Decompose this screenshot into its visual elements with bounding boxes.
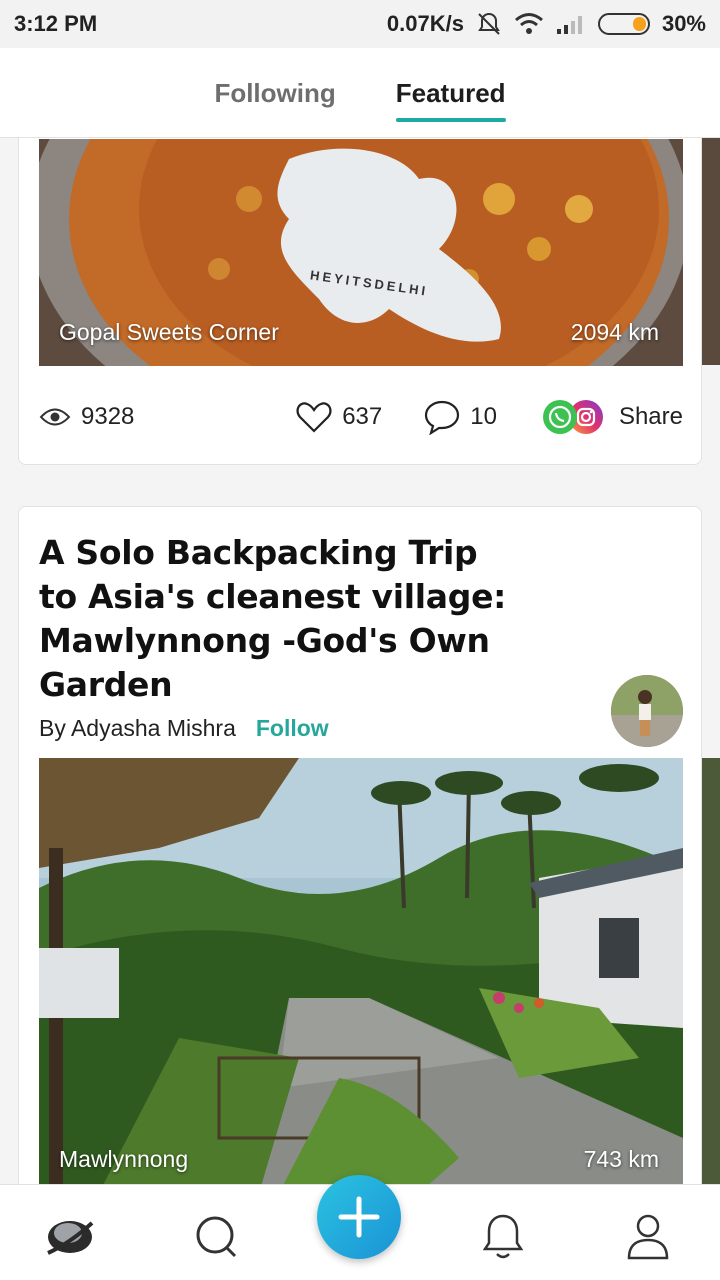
post-photo[interactable]: Mawlynnong 743 km [39,758,683,1184]
tab-following[interactable]: Following [214,78,335,122]
carousel-next-preview[interactable] [702,758,720,1184]
post-stats: 9328 637 10 Share [39,397,683,437]
post-title[interactable]: A Solo Backpacking Trip to Asia's cleane… [39,531,519,707]
author-name[interactable]: By Adyasha Mishra [39,715,236,742]
search-icon [196,1216,237,1258]
post-card[interactable]: A Solo Backpacking Trip to Asia's cleane… [18,506,702,1184]
carousel-next-preview[interactable] [702,138,720,365]
like-button[interactable]: 637 [296,401,382,433]
nav-notifications[interactable] [473,1207,533,1267]
heart-icon [296,402,332,433]
place-name[interactable]: Gopal Sweets Corner [59,319,279,346]
views-count: 9328 [81,403,135,430]
byline: By Adyasha Mishra Follow [39,715,329,742]
feed: HEYITSDELHI Gopal Sweets Corner 2094 km … [0,138,720,1184]
network-speed: 0.07K/s [386,11,464,36]
signal-icon [556,16,582,34]
status-time: 3:12 PM [14,11,98,36]
comment-button[interactable]: 10 [424,399,497,435]
share-label: Share [618,403,683,430]
status-bar: 3:12 PM 0.07K/s 30% [0,0,720,48]
distance: 2094 km [570,319,659,345]
battery-percent: 30% [661,11,706,36]
place-name[interactable]: Mawlynnong [59,1146,188,1173]
nav-home[interactable] [40,1207,100,1267]
comments-count: 10 [470,403,497,430]
whatsapp-instagram-icon [542,400,603,434]
eye-icon [39,408,71,426]
author-avatar[interactable] [611,675,683,747]
wifi-icon [514,13,543,34]
avatar-image [611,675,683,747]
add-icon [338,1196,380,1238]
comment-icon [425,400,460,435]
follow-button[interactable]: Follow [256,715,329,742]
notifications-icon [483,1214,523,1259]
top-tabs: Following Featured [0,48,720,138]
profile-icon [627,1214,669,1260]
nav-search[interactable] [187,1207,247,1267]
post-card[interactable]: HEYITSDELHI Gopal Sweets Corner 2094 km … [18,138,702,465]
village-image [39,758,683,1184]
likes-count: 637 [342,403,383,430]
post-photo[interactable]: HEYITSDELHI Gopal Sweets Corner 2094 km [39,139,683,366]
tab-featured[interactable]: Featured [395,78,506,122]
add-post-button[interactable] [317,1175,401,1259]
bottom-nav [0,1175,720,1280]
nav-profile[interactable] [618,1207,678,1267]
share-button[interactable]: Share [541,398,683,436]
distance: 743 km [583,1146,659,1172]
mute-bell-icon [478,12,500,35]
battery-icon [597,13,650,35]
status-right: 0.07K/s 30% [387,11,706,37]
views-stat: 9328 [39,403,296,431]
home-icon [47,1221,94,1255]
screen: 3:12 PM 0.07K/s 30% Following Featured H… [0,0,720,1280]
battery-fill [632,17,646,31]
